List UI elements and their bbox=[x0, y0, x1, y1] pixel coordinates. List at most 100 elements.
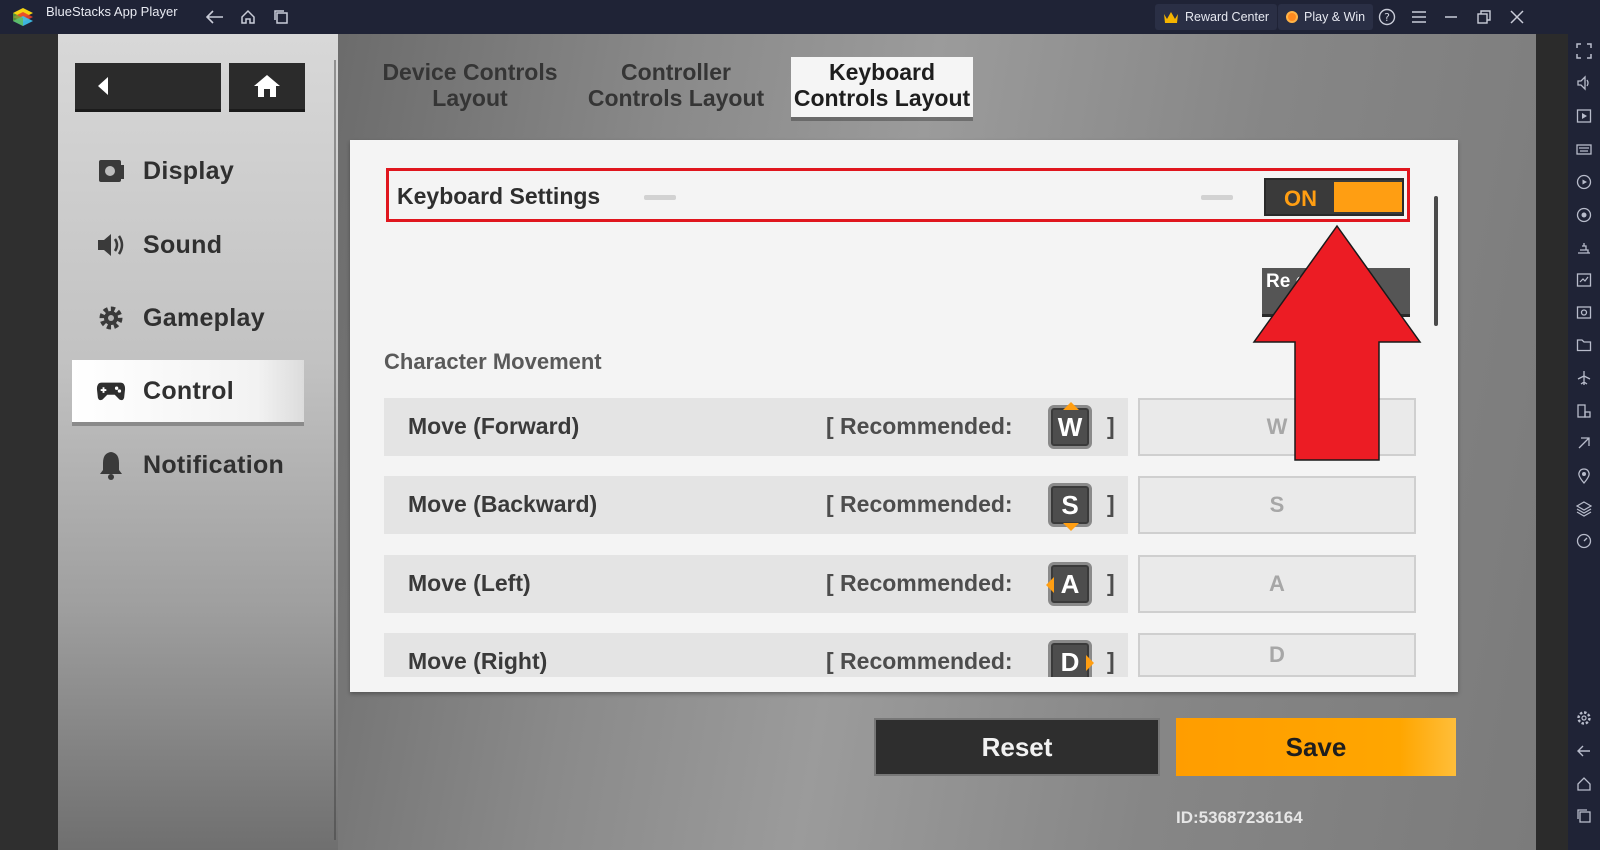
multi-instance-icon[interactable] bbox=[1575, 239, 1593, 257]
bracket-close: ] bbox=[1107, 570, 1115, 596]
rotate-icon[interactable] bbox=[1575, 402, 1593, 420]
recommended-text: [ Recommended: bbox=[826, 413, 1013, 439]
macro-icon[interactable] bbox=[1575, 206, 1593, 224]
app-title: BlueStacks App Player bbox=[46, 4, 178, 19]
media-icon[interactable] bbox=[1575, 107, 1593, 125]
location-icon[interactable] bbox=[1575, 467, 1593, 485]
fps-icon[interactable] bbox=[1575, 271, 1593, 289]
recommended-text: [ Recommended: bbox=[826, 648, 1013, 674]
home-button[interactable] bbox=[229, 63, 305, 109]
tab-controller-line2: Controls Layout bbox=[587, 85, 765, 111]
tab-controller-line1: Controller bbox=[621, 59, 731, 85]
layers-icon[interactable] bbox=[1575, 500, 1593, 518]
recommended-text: [ Recommended: bbox=[826, 570, 1013, 596]
play-win-button[interactable]: Play & Win bbox=[1278, 4, 1374, 30]
left-arrow-indicator-icon bbox=[1046, 577, 1054, 593]
key-binding-value: A bbox=[1269, 571, 1285, 596]
settings-gear-icon[interactable] bbox=[1575, 709, 1593, 727]
divider-dash bbox=[644, 195, 676, 200]
tab-controller-controls-layout[interactable]: Controller Controls Layout bbox=[583, 59, 769, 119]
performance-icon[interactable] bbox=[1575, 532, 1593, 550]
tab-keyboard-line2: Controls Layout bbox=[793, 85, 971, 111]
menu-item-gameplay-label: Gameplay bbox=[143, 303, 265, 332]
action-row-right: Move (Right) [ Recommended: D ] bbox=[384, 633, 1128, 684]
divider-dash bbox=[1201, 195, 1233, 200]
back-button[interactable] bbox=[75, 63, 221, 109]
android-home-icon[interactable] bbox=[1575, 775, 1593, 793]
recommended-text: [ Recommended: bbox=[826, 491, 1013, 517]
menu-item-notification[interactable]: Notification bbox=[72, 434, 304, 496]
volume-icon[interactable] bbox=[1575, 74, 1593, 92]
red-up-arrow-annotation-icon bbox=[1252, 224, 1422, 461]
action-label: Move (Forward) bbox=[408, 413, 580, 439]
tab-device-controls-layout[interactable]: Device Controls Layout bbox=[379, 59, 561, 119]
back-arrow-icon[interactable] bbox=[205, 7, 225, 27]
keyboard-settings-row: Keyboard Settings ON bbox=[386, 168, 1410, 222]
title-bar: BlueStacks App Player Reward Center Play… bbox=[0, 0, 1600, 34]
section-title: Character Movement bbox=[384, 349, 602, 374]
sound-icon bbox=[96, 230, 126, 260]
android-recents-icon[interactable] bbox=[1575, 807, 1593, 825]
keyboard-icon[interactable] bbox=[1575, 140, 1593, 158]
recommended-keycap: W bbox=[1048, 405, 1092, 449]
bluestacks-logo-icon bbox=[13, 8, 33, 26]
reward-center-button[interactable]: Reward Center bbox=[1155, 4, 1278, 30]
action-row-left: Move (Left) [ Recommended: A ] bbox=[384, 555, 1128, 613]
folder-icon[interactable] bbox=[1575, 336, 1593, 354]
recent-apps-icon[interactable] bbox=[271, 7, 291, 27]
bracket-close: ] bbox=[1107, 491, 1115, 517]
key-binding-value: D bbox=[1269, 642, 1285, 667]
restore-icon[interactable] bbox=[1474, 7, 1494, 27]
back-chevron-icon bbox=[98, 77, 108, 95]
menu-icon[interactable] bbox=[1409, 7, 1429, 27]
screenshot-icon[interactable] bbox=[1575, 303, 1593, 321]
airplane-icon[interactable] bbox=[1575, 369, 1593, 387]
bracket-close: ] bbox=[1107, 413, 1115, 439]
tab-keyboard-controls-layout[interactable]: Keyboard Controls Layout bbox=[791, 57, 973, 117]
eco-mode-icon[interactable] bbox=[1575, 434, 1593, 452]
home-icon[interactable] bbox=[238, 7, 258, 27]
menu-item-notification-label: Notification bbox=[143, 450, 285, 479]
gamepad-icon bbox=[96, 376, 126, 406]
reset-button[interactable]: Reset bbox=[874, 718, 1160, 776]
menu-item-display[interactable]: Display bbox=[72, 140, 304, 202]
right-toolbar bbox=[1568, 34, 1600, 850]
display-icon bbox=[96, 156, 126, 186]
key-binding-right[interactable]: D bbox=[1138, 633, 1416, 677]
android-back-icon[interactable] bbox=[1575, 742, 1593, 760]
save-button[interactable]: Save bbox=[1176, 718, 1456, 776]
menu-item-control[interactable]: Control bbox=[72, 360, 304, 422]
tab-device-controls-line1: Device Controls bbox=[382, 59, 558, 85]
bell-icon bbox=[96, 450, 126, 480]
record-icon[interactable] bbox=[1575, 173, 1593, 191]
down-arrow-indicator-icon bbox=[1063, 523, 1079, 531]
minimize-icon[interactable] bbox=[1441, 7, 1461, 27]
toggle-knob bbox=[1334, 182, 1402, 212]
menu-item-gameplay[interactable]: Gameplay bbox=[72, 287, 304, 349]
menu-item-sound[interactable]: Sound bbox=[72, 214, 304, 276]
svg-text:?: ? bbox=[1384, 11, 1390, 24]
recommended-keycap: S bbox=[1048, 483, 1092, 527]
right-arrow-indicator-icon bbox=[1086, 655, 1094, 671]
panel-scrollbar[interactable] bbox=[1434, 196, 1438, 326]
menu-item-sound-label: Sound bbox=[143, 230, 223, 259]
up-arrow-indicator-icon bbox=[1063, 402, 1079, 410]
bracket-close: ] bbox=[1107, 648, 1115, 674]
home-icon bbox=[254, 75, 280, 97]
fullscreen-icon[interactable] bbox=[1575, 42, 1593, 60]
help-icon[interactable]: ? bbox=[1377, 7, 1397, 27]
action-row-forward: Move (Forward) [ Recommended: W ] bbox=[384, 398, 1128, 456]
reward-center-label: Reward Center bbox=[1185, 10, 1270, 24]
keyboard-settings-toggle[interactable]: ON bbox=[1264, 178, 1404, 216]
recommended-keycap: A bbox=[1048, 562, 1092, 606]
key-binding-backward[interactable]: S bbox=[1138, 476, 1416, 534]
tab-keyboard-line1: Keyboard bbox=[828, 59, 936, 85]
action-label: Move (Left) bbox=[408, 570, 531, 596]
key-binding-left[interactable]: A bbox=[1138, 555, 1416, 613]
sidebar-divider bbox=[334, 60, 336, 840]
toggle-on-text: ON bbox=[1284, 186, 1317, 211]
close-icon[interactable] bbox=[1507, 7, 1527, 27]
keyboard-settings-label: Keyboard Settings bbox=[397, 183, 601, 209]
reset-button-label: Reset bbox=[981, 731, 1053, 762]
play-win-label: Play & Win bbox=[1304, 10, 1366, 24]
